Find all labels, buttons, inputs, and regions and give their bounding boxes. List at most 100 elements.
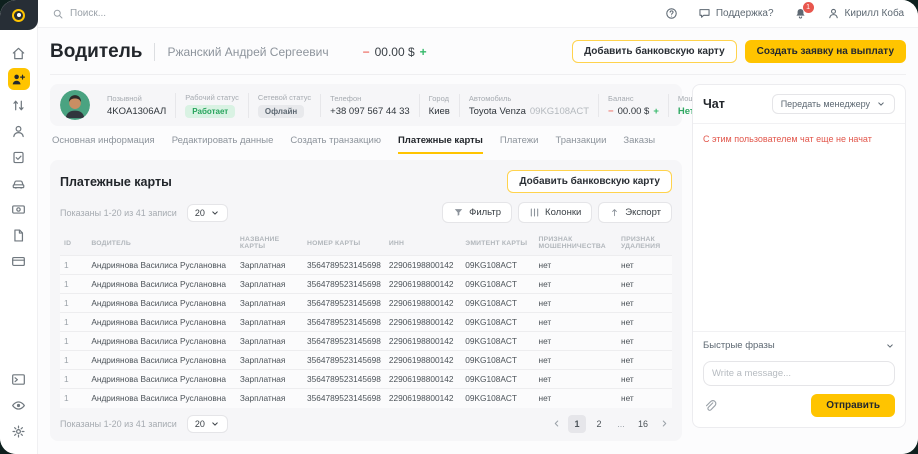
payments-icon xyxy=(11,202,26,217)
prev-page-button[interactable] xyxy=(548,415,564,433)
cell: 1 xyxy=(60,256,87,275)
sidebar-item-eye[interactable] xyxy=(8,394,30,416)
table-row[interactable]: 1Андриянова Василиса РуслановнаЗарплатна… xyxy=(60,294,672,313)
field-label: Телефон xyxy=(330,94,410,103)
balance-increase-button[interactable]: + xyxy=(420,45,427,59)
tab-1[interactable]: Редактировать данные xyxy=(172,135,274,154)
table-row[interactable]: 1Андриянова Василиса РуслановнаЗарплатна… xyxy=(60,275,672,294)
sidebar-item-car[interactable] xyxy=(8,172,30,194)
sidebar-item-transfers[interactable] xyxy=(8,94,30,116)
field-label: Автомобиль xyxy=(469,94,589,103)
driver-field-5: АвтомобильToyota Venza09KG108ACT xyxy=(459,94,598,117)
cell: 3564789523145698 xyxy=(303,389,385,408)
help-icon xyxy=(665,7,678,20)
table-row[interactable]: 1Андриянова Василиса РуслановнаЗарплатна… xyxy=(60,313,672,332)
export-button[interactable]: Экспорт xyxy=(598,202,672,223)
tab-6[interactable]: Заказы xyxy=(623,135,655,154)
cell: 09KG108ACT xyxy=(461,275,534,294)
table-row[interactable]: 1Андриянова Василиса РуслановнаЗарплатна… xyxy=(60,332,672,351)
tab-2[interactable]: Создать транзакцию xyxy=(290,135,381,154)
page-button-1[interactable]: 1 xyxy=(568,415,586,433)
cell: 09KG108ACT xyxy=(461,389,534,408)
cell: 1 xyxy=(60,294,87,313)
sidebar-item-cards[interactable] xyxy=(8,250,30,272)
sidebar-item-client[interactable] xyxy=(8,120,30,142)
sidebar-top-icons xyxy=(8,30,30,272)
page-button-2[interactable]: 2 xyxy=(590,415,608,433)
logo-icon xyxy=(12,9,25,22)
field-value: Киев xyxy=(429,106,450,117)
chat-messages-area xyxy=(693,154,905,331)
driver-field-1: Рабочий статусРаботает xyxy=(175,93,248,118)
sidebar xyxy=(0,0,38,454)
filter-button[interactable]: Фильтр xyxy=(442,202,512,223)
message-input[interactable] xyxy=(703,361,895,386)
eye-icon xyxy=(11,398,26,413)
sidebar-item-home[interactable] xyxy=(8,42,30,64)
field-label: Город xyxy=(429,94,450,103)
driver-field-6: Баланс−00.00 $+ xyxy=(598,94,668,117)
panel-add-bank-card-button[interactable]: Добавить банковскую карту xyxy=(507,170,672,193)
cell: Андриянова Василиса Руслановна xyxy=(87,275,236,294)
user-menu[interactable]: Кирилл Коба xyxy=(827,7,904,20)
cell: 1 xyxy=(60,351,87,370)
arrow-up-icon xyxy=(609,207,620,218)
table-row[interactable]: 1Андриянова Василиса РуслановнаЗарплатна… xyxy=(60,370,672,389)
field-value: −00.00 $+ xyxy=(608,106,659,117)
help-button[interactable] xyxy=(665,7,678,20)
tab-5[interactable]: Транзакции xyxy=(555,135,606,154)
page-size-select-bottom[interactable]: 20 xyxy=(187,415,228,433)
add-bank-card-button[interactable]: Добавить банковскую карту xyxy=(572,40,737,63)
cell: нет xyxy=(617,256,672,275)
sidebar-item-terminal[interactable] xyxy=(8,368,30,390)
app-logo[interactable] xyxy=(0,0,38,30)
create-payout-button[interactable]: Создать заявку на выплату xyxy=(745,40,906,63)
search-input[interactable]: Поиск... xyxy=(52,8,106,20)
quick-phrases-toggle[interactable]: Быстрые фразы xyxy=(693,331,905,359)
sidebar-item-settings[interactable] xyxy=(8,420,30,442)
cell: 3564789523145698 xyxy=(303,370,385,389)
columns-icon xyxy=(529,207,540,218)
transfer-to-manager-button[interactable]: Передать менеджеру xyxy=(772,94,895,114)
table-row[interactable]: 1Андриянова Василиса РуслановнаЗарплатна… xyxy=(60,389,672,408)
support-button[interactable]: Поддержка? xyxy=(698,7,774,20)
driver-avatar[interactable] xyxy=(60,90,90,120)
balance-increase-button[interactable]: + xyxy=(653,106,659,117)
balance-decrease-button[interactable]: − xyxy=(608,106,614,117)
settings-icon xyxy=(11,424,26,439)
cell: Андриянова Василиса Руслановна xyxy=(87,256,236,275)
cell: 1 xyxy=(60,275,87,294)
cell: Зарплатная xyxy=(236,332,303,351)
notifications-button[interactable]: 1 xyxy=(794,7,807,20)
panel-title: Платежные карты xyxy=(60,175,172,189)
sidebar-item-orders[interactable] xyxy=(8,146,30,168)
sidebar-item-payments[interactable] xyxy=(8,198,30,220)
paperclip-icon xyxy=(703,399,717,413)
tab-4[interactable]: Платежи xyxy=(500,135,539,154)
tab-0[interactable]: Основная информация xyxy=(52,135,155,154)
cell: 1 xyxy=(60,389,87,408)
records-summary-bottom: Показаны 1-20 из 41 записи xyxy=(60,419,177,429)
sidebar-item-add-driver[interactable] xyxy=(8,68,30,90)
notification-badge: 1 xyxy=(803,2,814,13)
support-icon xyxy=(698,7,711,20)
cell: 22906198800142 xyxy=(385,256,461,275)
table-row[interactable]: 1Андриянова Василиса РуслановнаЗарплатна… xyxy=(60,256,672,275)
attach-file-button[interactable] xyxy=(703,399,717,413)
tab-3[interactable]: Платежные карты xyxy=(398,135,483,154)
send-message-button[interactable]: Отправить xyxy=(811,394,895,417)
cell: нет xyxy=(535,256,618,275)
filter-icon xyxy=(453,207,464,218)
columns-button[interactable]: Колонки xyxy=(518,202,592,223)
page-button-16[interactable]: 16 xyxy=(634,415,652,433)
balance-decrease-button[interactable]: − xyxy=(363,45,370,59)
chevron-right-icon xyxy=(659,418,670,429)
cell: 09KG108ACT xyxy=(461,351,534,370)
page-size-select[interactable]: 20 xyxy=(187,204,228,222)
cell: нет xyxy=(535,332,618,351)
table-row[interactable]: 1Андриянова Василиса РуслановнаЗарплатна… xyxy=(60,351,672,370)
sidebar-item-documents[interactable] xyxy=(8,224,30,246)
next-page-button[interactable] xyxy=(656,415,672,433)
cell: Зарплатная xyxy=(236,313,303,332)
cell: Андриянова Василиса Руслановна xyxy=(87,351,236,370)
